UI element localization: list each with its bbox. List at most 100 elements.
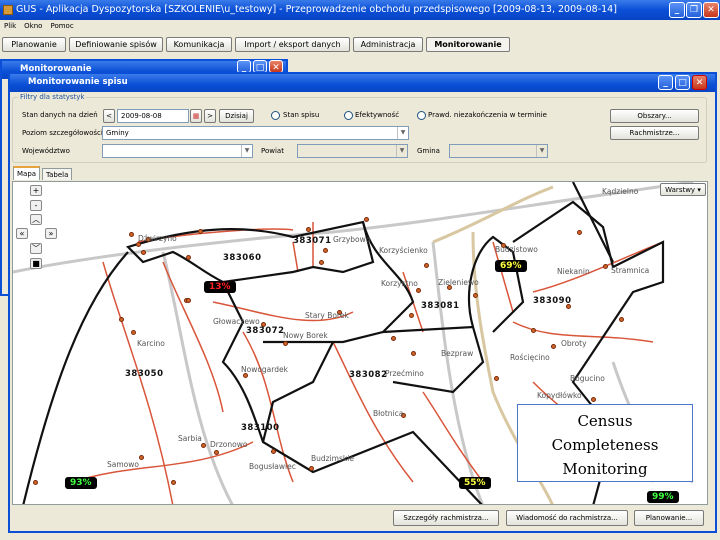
map-place: Dźwirzyno	[138, 234, 177, 243]
settlement-point	[424, 263, 429, 268]
pan-down-icon[interactable]: ﹀	[30, 243, 42, 254]
prev-date-button[interactable]: <	[103, 109, 115, 123]
settlement-point	[391, 336, 396, 341]
window-close-button[interactable]: ✕	[692, 75, 707, 90]
chevron-down-icon: ▾	[697, 186, 701, 194]
layers-dropdown[interactable]: Warstwy ▾	[660, 183, 706, 196]
percent-badge: 55%	[459, 477, 491, 489]
settlement-point	[591, 397, 596, 402]
window-minimize-button[interactable]: _	[658, 75, 673, 90]
module-census-definition[interactable]: Definiowanie spisów	[69, 37, 163, 52]
minimize-button[interactable]: _	[669, 2, 685, 18]
map-place: Sarbia	[178, 434, 202, 443]
settlement-point	[33, 480, 38, 485]
map-place: Budzistowo	[495, 245, 538, 254]
pan-left-icon[interactable]: «	[16, 228, 28, 239]
date-input[interactable]: 2009-08-08	[117, 109, 189, 123]
tab-table[interactable]: Tabela	[42, 168, 73, 180]
map-place: Grzybowo	[333, 235, 371, 244]
module-import-export[interactable]: Import / eksport danych	[235, 37, 350, 52]
map-place: Bogusławiec	[249, 462, 296, 471]
commune-code: 383081	[421, 301, 460, 311]
zoom-out-button[interactable]: -	[30, 200, 42, 211]
settlement-point	[171, 480, 176, 485]
radio-probability[interactable]	[417, 111, 426, 120]
module-communication[interactable]: Komunikacja	[166, 37, 232, 52]
next-date-button[interactable]: >	[204, 109, 216, 123]
menu-help[interactable]: Pomoc	[50, 22, 73, 30]
voivodeship-select[interactable]: ▼	[102, 144, 253, 158]
app-icon	[3, 5, 13, 15]
filter-group-title: Filtry dla statystyk	[18, 93, 87, 101]
settlement-point	[551, 344, 556, 349]
tab-map[interactable]: Mapa	[13, 166, 41, 180]
enumerators-button[interactable]: Rachmistrze...	[610, 126, 699, 140]
window-maximize-button[interactable]: □	[675, 75, 690, 90]
map-place: Obroty	[561, 339, 587, 348]
settlement-point	[364, 217, 369, 222]
restore-button[interactable]: ❐	[686, 2, 702, 18]
settlement-point	[129, 232, 134, 237]
settlement-point	[283, 341, 288, 346]
percent-badge: 13%	[204, 281, 236, 293]
commune-select[interactable]: ▼	[449, 144, 548, 158]
map-place: Rościęcino	[510, 353, 550, 362]
menu-window[interactable]: Okno	[24, 22, 42, 30]
full-extent-icon[interactable]: ■	[30, 258, 42, 269]
date-label: Stan danych na dzień	[22, 111, 98, 119]
module-planning[interactable]: Planowanie	[2, 37, 66, 52]
module-administration[interactable]: Administracja	[353, 37, 423, 52]
menu-file[interactable]: Plik	[4, 22, 16, 30]
settlement-point	[271, 449, 276, 454]
radio-status-label: Stan spisu	[283, 111, 320, 119]
module-monitoring[interactable]: Monitorowanie	[426, 37, 510, 52]
settlement-point	[319, 260, 324, 265]
settlement-point	[531, 328, 536, 333]
pan-up-icon[interactable]: ︿	[30, 214, 42, 225]
commune-code: 383060	[223, 253, 262, 263]
map-place: Samowo	[107, 460, 139, 469]
commune-code: 383050	[125, 369, 164, 379]
map-place: Bogucino	[570, 374, 605, 383]
commune-code: 383090	[533, 296, 572, 306]
planning-button[interactable]: Planowanie...	[634, 510, 704, 526]
settlement-point	[309, 466, 314, 471]
close-button[interactable]: ✕	[703, 2, 719, 18]
pan-right-icon[interactable]: »	[45, 228, 57, 239]
radio-efficiency[interactable]	[344, 111, 353, 120]
map-place: Bezpraw	[441, 349, 474, 358]
calendar-icon[interactable]: ▦	[190, 109, 202, 123]
commune-code: 383071	[293, 236, 332, 246]
settlement-point	[141, 250, 146, 255]
radio-status[interactable]	[271, 111, 280, 120]
app-title: GUS - Aplikacja Dyspozytorska [SZKOLENIE…	[16, 4, 617, 15]
settlement-point	[131, 330, 136, 335]
settlement-point	[198, 229, 203, 234]
voivodeship-label: Województwo	[22, 147, 70, 155]
message-enumerator-button[interactable]: Wiadomość do rachmistrza...	[506, 510, 628, 526]
map-place: Kopydłówko	[537, 391, 582, 400]
county-label: Powiat	[261, 147, 284, 155]
today-button[interactable]: Dzisiaj	[219, 109, 254, 123]
chevron-down-icon: ▼	[396, 145, 407, 157]
county-select[interactable]: ▼	[297, 144, 408, 158]
menu-bar: Plik Okno Pomoc	[0, 20, 720, 32]
commune-code: 383100	[241, 423, 280, 433]
enumerator-details-button[interactable]: Szczegóły rachmistrza...	[393, 510, 499, 526]
chevron-down-icon: ▼	[536, 145, 547, 157]
map-place: Nowy Borek	[283, 331, 328, 340]
overlay-line: Census	[577, 412, 633, 430]
settlement-point	[619, 317, 624, 322]
chevron-down-icon: ▼	[241, 145, 252, 157]
map-place: Karcino	[137, 339, 165, 348]
percent-badge: 69%	[495, 260, 527, 272]
window-title: Monitorowanie spisu	[10, 74, 715, 92]
percent-badge: 99%	[647, 491, 679, 503]
areas-button[interactable]: Obszary...	[610, 109, 699, 123]
zoom-in-button[interactable]: +	[30, 185, 42, 196]
map-place: Błotnica	[373, 409, 404, 418]
level-select[interactable]: Gminy ▼	[102, 126, 409, 140]
settlement-point	[186, 298, 191, 303]
layers-label: Warstwy	[665, 186, 696, 194]
settlement-point	[603, 264, 608, 269]
